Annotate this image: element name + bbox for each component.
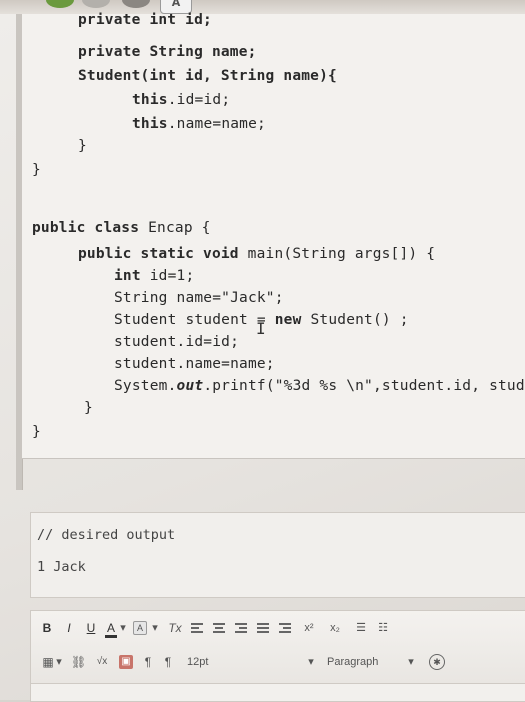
bold-button[interactable]: B — [41, 621, 53, 635]
font-size-dropdown-icon[interactable]: ▾ — [307, 655, 315, 669]
code-token: student.id=id; — [114, 334, 240, 350]
font-size-select[interactable]: 12pt — [187, 655, 217, 669]
align-center-icon[interactable] — [213, 621, 225, 635]
underline-button[interactable]: U — [85, 621, 97, 635]
code-token: System. — [114, 378, 177, 394]
code-line: public static void main(String args[]) { — [78, 246, 435, 262]
align-right-icon[interactable] — [235, 621, 247, 635]
code-line: private String name; — [78, 44, 257, 60]
equation-button[interactable]: √x — [93, 655, 111, 669]
code-token: String name="Jack"; — [114, 290, 284, 306]
ltr-direction-button[interactable]: ¶ — [141, 655, 155, 669]
align-left-icon[interactable] — [191, 621, 203, 635]
code-token: out — [176, 378, 204, 394]
code-token: this — [132, 116, 168, 132]
background-color-button[interactable]: A — [133, 621, 147, 635]
paragraph-format-select[interactable]: Paragraph — [327, 655, 397, 669]
code-line: } — [32, 424, 41, 440]
subscript-button[interactable]: x₂ — [327, 621, 343, 635]
output-block: // desired output 1 Jack — [30, 512, 525, 598]
superscript-button[interactable]: x² — [301, 621, 317, 635]
code-line: private int id; — [78, 12, 212, 28]
rtl-direction-button[interactable]: ¶ — [161, 655, 175, 669]
code-token: } — [84, 400, 93, 416]
output-result: 1 Jack — [37, 559, 86, 575]
italic-button[interactable]: I — [63, 621, 75, 635]
numbered-list-icon[interactable]: ☷ — [375, 621, 391, 635]
code-line: public class Encap { — [32, 220, 211, 236]
code-token: Student() ; — [301, 312, 409, 328]
code-line: } — [78, 138, 87, 154]
code-line: } — [84, 400, 93, 416]
editor-text-area[interactable] — [31, 684, 525, 701]
code-token: private int id; — [78, 12, 212, 28]
code-token: private String name; — [78, 44, 257, 60]
code-token: .id=id; — [167, 92, 231, 108]
code-line: this.id=id; — [132, 92, 230, 108]
rich-text-editor[interactable]: B I U A ▾ A ▾ Tx x² x₂ ☰ ☷ ▦ ▾ ⛓ √x ▣ ¶ … — [30, 610, 525, 702]
clear-formatting-button[interactable]: Tx — [167, 621, 183, 635]
code-block: private int id; private String name; Stude… — [22, 12, 525, 459]
paragraph-dropdown-icon[interactable]: ▾ — [407, 655, 415, 669]
output-comment: // desired output — [37, 527, 176, 543]
code-token: .name=name; — [167, 116, 266, 132]
code-token: Student student = — [114, 312, 275, 328]
green-tab-icon — [46, 0, 74, 8]
code-token: int — [114, 268, 141, 284]
accessibility-icon[interactable]: ✱ — [429, 654, 445, 670]
editor-toolbar: B I U A ▾ A ▾ Tx x² x₂ ☰ ☷ ▦ ▾ ⛓ √x ▣ ¶ … — [31, 611, 525, 684]
font-color-button[interactable]: A — [105, 621, 117, 638]
bulleted-list-icon[interactable]: ☰ — [353, 621, 369, 635]
code-token: this — [132, 92, 168, 108]
code-line: Student(int id, String name){ — [78, 68, 337, 84]
table-icon[interactable]: ▦ — [41, 655, 55, 669]
page: private int id; private String name; Stude… — [0, 12, 525, 702]
code-token: } — [78, 138, 87, 154]
code-token: } — [32, 424, 41, 440]
code-token: student.name=name; — [114, 356, 275, 372]
code-token: Encap { — [139, 220, 211, 236]
text-cursor-icon: I — [256, 319, 266, 338]
code-token: public class — [32, 220, 140, 236]
code-token: id=1; — [140, 268, 195, 284]
font-color-dropdown-icon[interactable]: ▾ — [119, 621, 127, 635]
code-token: .printf("%3d %s \n",student.id, studen — [203, 378, 525, 394]
code-token: new — [274, 312, 302, 328]
code-token: Student(int id, String name){ — [78, 68, 337, 84]
indent-icon[interactable] — [279, 621, 291, 635]
code-line: student.id=id; — [114, 334, 239, 350]
code-line: this.name=name; — [132, 116, 266, 132]
gray-tab-icon — [82, 0, 110, 8]
code-line: student.name=name; — [114, 356, 275, 372]
code-line: } — [32, 162, 41, 178]
media-icon[interactable]: ▣ — [119, 655, 133, 669]
code-line: int id=1; — [114, 268, 194, 284]
code-line: String name="Jack"; — [114, 290, 284, 306]
dark-tab-icon — [122, 0, 150, 8]
code-token: } — [32, 162, 41, 178]
unlink-icon[interactable]: ⛓ — [71, 655, 86, 669]
table-dropdown-icon[interactable]: ▾ — [55, 655, 63, 669]
code-token: main(String args[]) { — [238, 246, 436, 262]
background-color-dropdown-icon[interactable]: ▾ — [151, 621, 159, 635]
code-line: System.out.printf("%3d %s \n",student.id… — [114, 378, 525, 394]
align-justify-icon[interactable] — [257, 621, 269, 635]
code-token: public static void — [78, 246, 239, 262]
